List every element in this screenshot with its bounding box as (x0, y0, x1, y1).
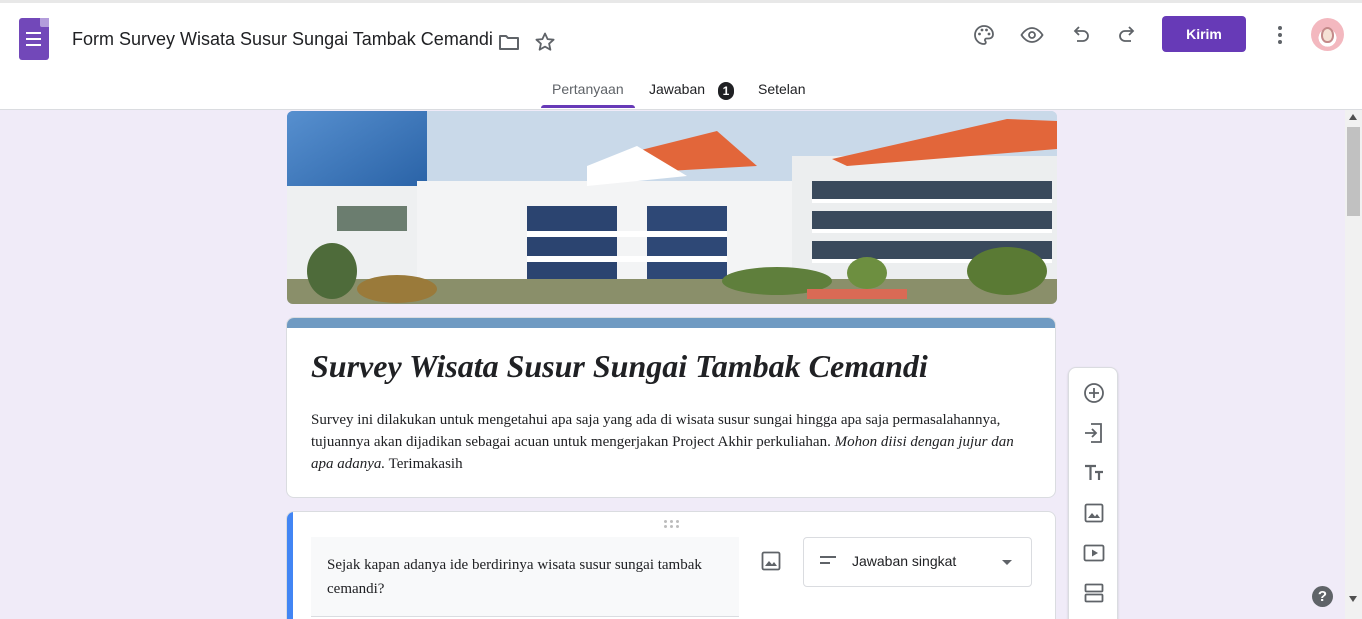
active-question-indicator (287, 512, 293, 619)
form-title-card[interactable]: Survey Wisata Susur Sungai Tambak Cemand… (286, 317, 1056, 498)
send-button[interactable]: Kirim (1162, 16, 1246, 52)
add-video-icon[interactable] (1082, 541, 1106, 565)
title-card-accent (287, 318, 1055, 328)
palette-icon[interactable] (972, 23, 996, 47)
eye-icon[interactable] (1020, 23, 1044, 47)
tab-responses[interactable]: Jawaban (649, 81, 705, 97)
short-text-icon (820, 556, 836, 564)
help-icon[interactable]: ? (1312, 586, 1333, 607)
scroll-up-icon[interactable] (1349, 114, 1357, 120)
google-forms-icon[interactable] (19, 18, 49, 60)
question-card[interactable]: Sejak kapan adanya ide berdirinya wisata… (286, 511, 1056, 619)
form-title[interactable]: Survey Wisata Susur Sungai Tambak Cemand… (311, 348, 928, 385)
scroll-thumb[interactable] (1347, 127, 1360, 216)
header-image (287, 111, 1057, 304)
floating-toolbar (1068, 367, 1118, 619)
undo-icon[interactable] (1068, 23, 1092, 47)
chevron-down-icon (1002, 560, 1012, 565)
scroll-down-icon[interactable] (1349, 596, 1357, 602)
add-image-icon[interactable] (1082, 501, 1106, 525)
active-tab-indicator (541, 105, 635, 108)
add-question-icon[interactable] (1082, 381, 1106, 405)
redo-icon[interactable] (1116, 23, 1140, 47)
scrollbar[interactable] (1345, 110, 1362, 619)
avatar[interactable] (1311, 18, 1344, 51)
drag-handle-icon[interactable] (664, 520, 680, 528)
more-vert-icon[interactable] (1268, 23, 1292, 47)
tab-questions[interactable]: Pertanyaan (552, 81, 624, 97)
responses-count-badge: 1 (718, 82, 734, 100)
tab-settings[interactable]: Setelan (758, 81, 805, 97)
question-type-label: Jawaban singkat (852, 553, 957, 569)
folder-icon[interactable] (497, 30, 521, 54)
form-description[interactable]: Survey ini dilakukan untuk mengetahui ap… (311, 409, 1035, 475)
add-title-icon[interactable] (1082, 461, 1106, 485)
image-icon[interactable] (759, 549, 783, 573)
question-type-dropdown[interactable]: Jawaban singkat (803, 537, 1032, 587)
question-title-input[interactable]: Sejak kapan adanya ide berdirinya wisata… (311, 537, 739, 617)
add-section-icon[interactable] (1082, 581, 1106, 605)
import-questions-icon[interactable] (1082, 421, 1106, 445)
star-icon[interactable] (533, 30, 557, 54)
document-title[interactable]: Form Survey Wisata Susur Sungai Tambak C… (72, 29, 493, 50)
tab-bar: Pertanyaan Jawaban Setelan (0, 70, 1362, 110)
